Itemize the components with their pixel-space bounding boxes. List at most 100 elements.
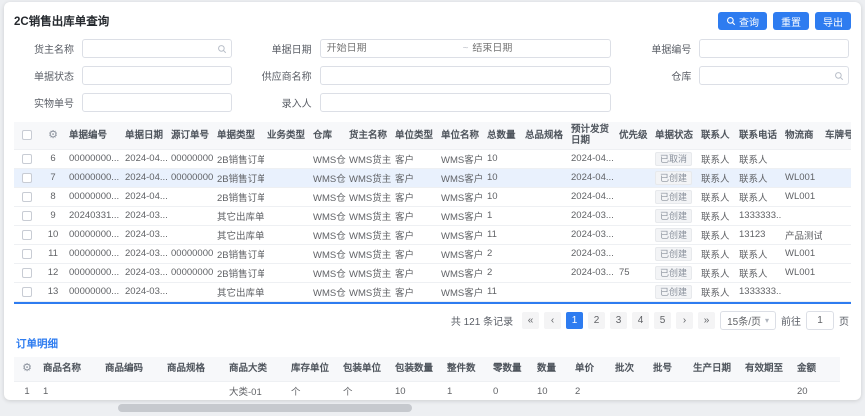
cell: 2: [484, 263, 522, 282]
page-number-button[interactable]: 5: [654, 312, 671, 329]
cell: [522, 225, 568, 244]
column-header: 源订单号: [168, 122, 214, 149]
cell: 已创建: [652, 263, 698, 282]
document-status-input[interactable]: [82, 66, 232, 85]
row-index: 12: [40, 263, 66, 282]
first-page-button[interactable]: «: [522, 312, 539, 329]
physical-number-input[interactable]: [82, 93, 232, 112]
cell: 20240331...: [66, 206, 122, 225]
row-checkbox[interactable]: [22, 230, 32, 240]
table-row[interactable]: 1200000000...2024-03...00000000...2B销售订单…: [14, 263, 851, 282]
row-checkbox-cell: [14, 244, 40, 263]
document-number-input[interactable]: [699, 39, 849, 58]
page-number-button[interactable]: 3: [610, 312, 627, 329]
page-number-button[interactable]: 1: [566, 312, 583, 329]
status-badge: 已创建: [655, 209, 692, 223]
cell: 2: [572, 382, 612, 400]
export-button-label: 导出: [823, 14, 843, 29]
row-checkbox-cell: [14, 263, 40, 282]
row-checkbox[interactable]: [22, 249, 32, 259]
table-row[interactable]: 11大类-01个个101010220: [14, 382, 840, 400]
table-row[interactable]: 800000000...2024-04...2B销售订单WMS仓WMS货主客户W…: [14, 187, 851, 206]
status-badge: 已创建: [655, 228, 692, 242]
detail-table-body: 11大类-01个个101010220: [14, 382, 840, 400]
gear-icon[interactable]: ⚙: [22, 362, 32, 374]
goto-suffix: 页: [839, 313, 849, 328]
cell: 联系人: [698, 168, 736, 187]
cell: 2024-03...: [122, 244, 168, 263]
cell: 已创建: [652, 225, 698, 244]
row-checkbox[interactable]: [22, 173, 32, 183]
cell: [822, 225, 851, 244]
cell: 2B销售订单: [214, 187, 264, 206]
page-size-select[interactable]: 15条/页 ▾: [720, 311, 776, 330]
cell: 1: [40, 382, 102, 400]
goto-page-input[interactable]: [806, 311, 834, 330]
cell: 客户: [392, 187, 438, 206]
column-header: 联系电话: [736, 122, 782, 149]
cell: 2B销售订单: [214, 168, 264, 187]
row-checkbox[interactable]: [22, 268, 32, 278]
date-range-input[interactable]: ~: [320, 39, 612, 58]
cell: 1333333...: [736, 282, 782, 301]
cell: 1333333...: [736, 206, 782, 225]
column-header: 商品规格: [164, 357, 226, 382]
table-row[interactable]: 1000000000...2024-03...其它出库单WMS仓WMS货主客户W…: [14, 225, 851, 244]
column-header: 单据状态: [652, 122, 698, 149]
column-header: 单据编号: [66, 122, 122, 149]
cell: [264, 244, 310, 263]
row-checkbox[interactable]: [22, 287, 32, 297]
search-icon: [726, 16, 736, 26]
cell: 00000000...: [66, 168, 122, 187]
search-icon[interactable]: [217, 44, 227, 54]
row-checkbox-cell: [14, 149, 40, 168]
warehouse-input[interactable]: [699, 66, 849, 85]
table-row[interactable]: 600000000...2024-04...00000000...2B销售订单W…: [14, 149, 851, 168]
cell: 客户: [392, 263, 438, 282]
filter-document-status-label: 单据状态: [16, 68, 82, 83]
cell: WMS仓: [310, 149, 346, 168]
table-row[interactable]: 1300000000...2024-03...其它出库单WMS仓WMS货主客户W…: [14, 282, 851, 301]
start-date-input[interactable]: [327, 43, 459, 54]
search-icon[interactable]: [834, 71, 844, 81]
cell: 联系人: [698, 282, 736, 301]
filter-supplier-name-label: 供应商名称: [254, 68, 320, 83]
page-number-button[interactable]: 4: [632, 312, 649, 329]
prev-page-button[interactable]: ‹: [544, 312, 561, 329]
cell: [568, 282, 616, 301]
cell: 10: [392, 382, 444, 400]
gear-icon[interactable]: ⚙: [48, 129, 58, 141]
column-header: 有效期至: [742, 357, 794, 382]
row-checkbox[interactable]: [22, 211, 32, 221]
row-checkbox[interactable]: [22, 154, 32, 164]
column-header: 车牌号: [822, 122, 851, 149]
column-header: 货主名称: [346, 122, 392, 149]
page-number-button[interactable]: 2: [588, 312, 605, 329]
select-all-checkbox[interactable]: [22, 130, 32, 140]
export-button[interactable]: 导出: [815, 12, 851, 30]
cell: WMS客户: [438, 187, 484, 206]
next-page-button[interactable]: ›: [676, 312, 693, 329]
cell: 10: [484, 149, 522, 168]
table-row[interactable]: 1100000000...2024-03...00000000...2B销售订单…: [14, 244, 851, 263]
filter-entry-person: 录入人: [254, 93, 612, 112]
cell: [168, 187, 214, 206]
cell: 00000000...: [66, 149, 122, 168]
owner-name-input[interactable]: [82, 39, 232, 58]
supplier-name-input[interactable]: [320, 66, 612, 85]
row-checkbox[interactable]: [22, 192, 32, 202]
last-page-button[interactable]: »: [698, 312, 715, 329]
cell: 联系人: [736, 244, 782, 263]
detail-table-wrap: ⚙ 商品名称商品编码商品规格商品大类库存单位包装单位包装数量整件数零数量数量单价…: [14, 357, 851, 400]
query-button[interactable]: 查询: [718, 12, 767, 30]
cell: WMS货主: [346, 282, 392, 301]
end-date-input[interactable]: [472, 43, 604, 54]
cell: [616, 282, 652, 301]
horizontal-scrollbar[interactable]: [118, 404, 412, 412]
table-row[interactable]: 700000000...2024-04...00000000...2B销售订单W…: [14, 168, 851, 187]
cell: WL001: [782, 244, 822, 263]
table-row[interactable]: 920240331...2024-03...其它出库单WMS仓WMS货主客户WM…: [14, 206, 851, 225]
entry-person-input[interactable]: [320, 93, 612, 112]
reset-button[interactable]: 重置: [773, 12, 809, 30]
cell: WMS客户: [438, 282, 484, 301]
